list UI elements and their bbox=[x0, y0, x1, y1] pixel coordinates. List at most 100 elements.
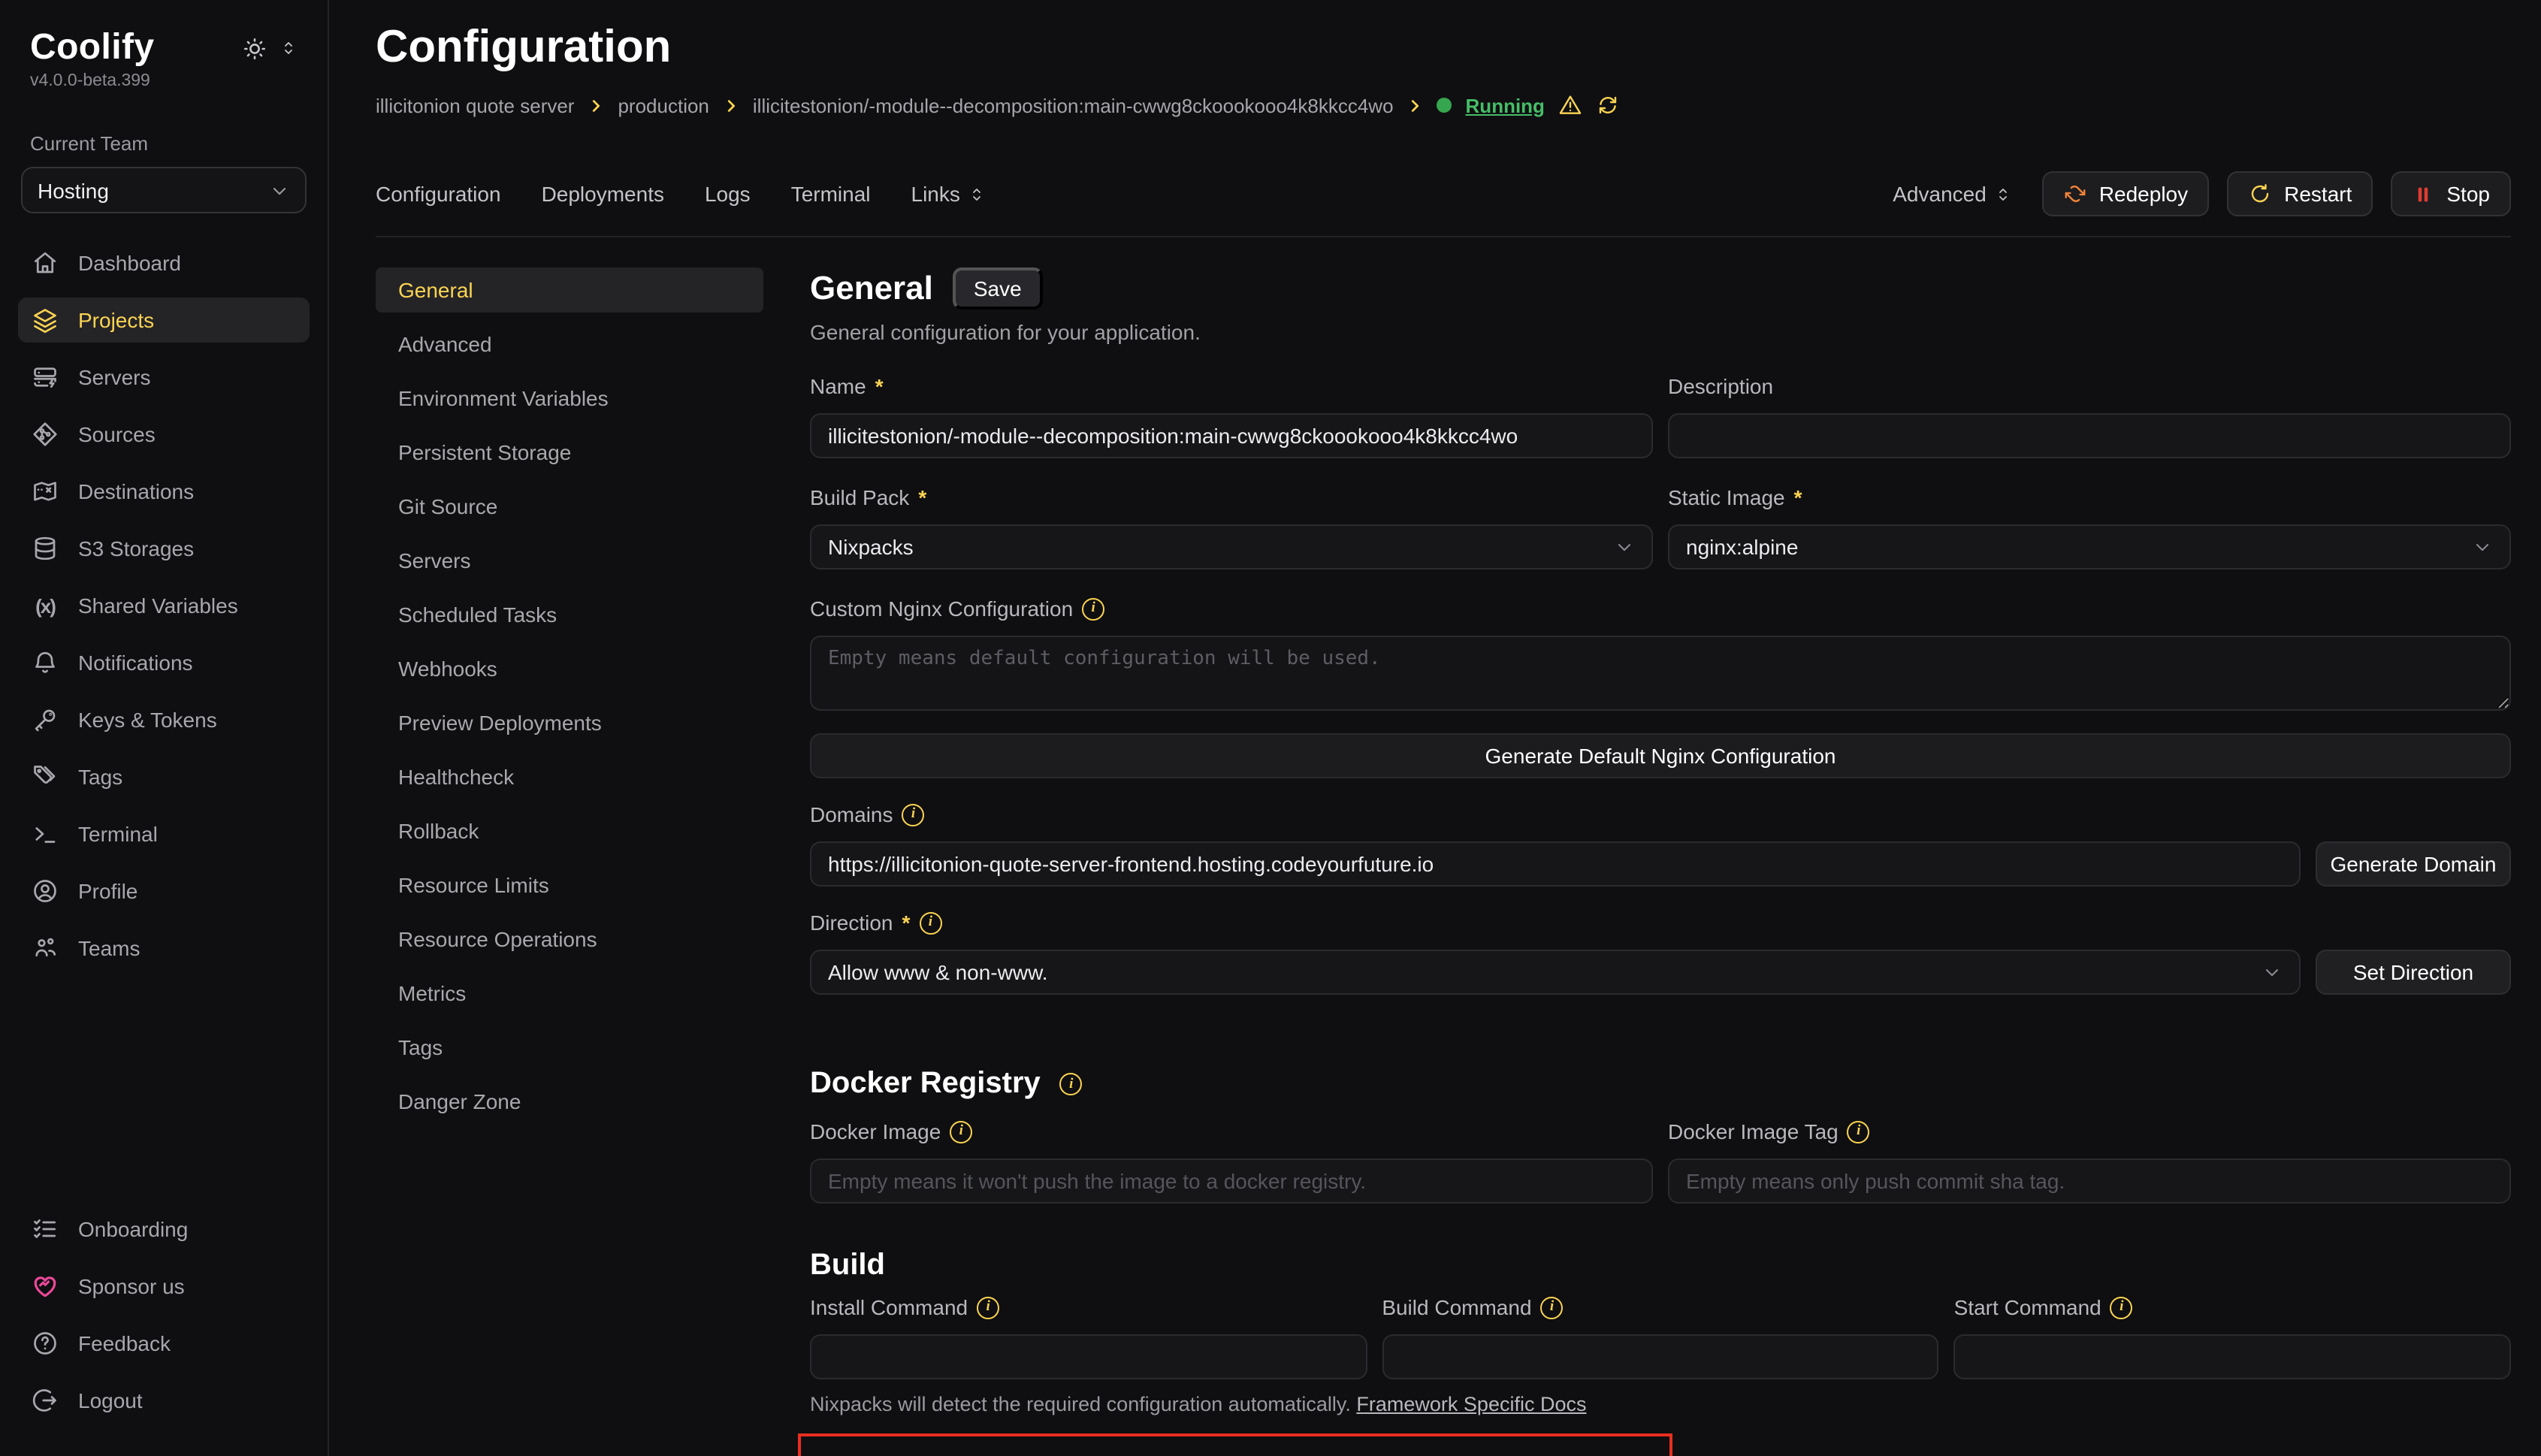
custom-nginx-textarea[interactable] bbox=[810, 636, 2511, 711]
subnav-advanced[interactable]: Advanced bbox=[376, 322, 763, 367]
logout-icon bbox=[32, 1387, 59, 1414]
required-marker: * bbox=[1794, 485, 1802, 509]
sidebar-item-feedback[interactable]: Feedback bbox=[18, 1321, 310, 1366]
install-command-input[interactable] bbox=[810, 1334, 1367, 1379]
subnav-servers[interactable]: Servers bbox=[376, 538, 763, 583]
subnav-git-source[interactable]: Git Source bbox=[376, 484, 763, 529]
subnav-resource-limits[interactable]: Resource Limits bbox=[376, 862, 763, 908]
sidebar-item-label: Projects bbox=[78, 308, 154, 332]
refresh-icon[interactable] bbox=[1596, 93, 1620, 117]
info-icon[interactable]: i bbox=[1082, 597, 1104, 620]
sidebar-item-teams[interactable]: Teams bbox=[18, 926, 310, 971]
key-icon bbox=[32, 706, 59, 733]
tab-configuration[interactable]: Configuration bbox=[376, 182, 501, 206]
name-input[interactable] bbox=[810, 413, 1653, 458]
info-icon[interactable]: i bbox=[1848, 1120, 1870, 1143]
sidebar-item-notifications[interactable]: Notifications bbox=[18, 640, 310, 685]
sidebar-item-onboarding[interactable]: Onboarding bbox=[18, 1207, 310, 1252]
tab-deployments[interactable]: Deployments bbox=[542, 182, 664, 206]
chevrons-updown-icon bbox=[968, 184, 986, 204]
build-pack-value: Nixpacks bbox=[828, 535, 914, 559]
chevron-right-icon bbox=[723, 97, 739, 113]
restart-button[interactable]: Restart bbox=[2227, 171, 2373, 216]
subnav-rollback[interactable]: Rollback bbox=[376, 808, 763, 853]
build-command-label: Build Command bbox=[1382, 1295, 1531, 1319]
docker-image-tag-input[interactable] bbox=[1668, 1158, 2511, 1204]
sidebar-item-profile[interactable]: Profile bbox=[18, 868, 310, 914]
subnav-preview-deployments[interactable]: Preview Deployments bbox=[376, 700, 763, 745]
sidebar-item-label: Keys & Tokens bbox=[78, 708, 217, 732]
required-marker: * bbox=[918, 485, 926, 509]
status-running-link[interactable]: Running bbox=[1466, 94, 1545, 116]
sidebar-item-tags[interactable]: Tags bbox=[18, 754, 310, 799]
sidebar-item-servers[interactable]: Servers bbox=[18, 355, 310, 400]
theme-toggle-sun-icon[interactable] bbox=[242, 35, 267, 61]
info-icon[interactable]: i bbox=[902, 803, 925, 826]
sidebar-item-keys-tokens[interactable]: Keys & Tokens bbox=[18, 697, 310, 742]
set-direction-button[interactable]: Set Direction bbox=[2316, 950, 2511, 995]
direction-label: Direction bbox=[810, 911, 893, 935]
breadcrumb-environment[interactable]: production bbox=[618, 94, 709, 116]
server-icon bbox=[32, 364, 59, 391]
redeploy-label: Redeploy bbox=[2099, 182, 2188, 206]
subnav-webhooks[interactable]: Webhooks bbox=[376, 646, 763, 691]
domains-input[interactable] bbox=[810, 841, 2301, 887]
sidebar-item-sources[interactable]: Sources bbox=[18, 412, 310, 457]
framework-docs-link[interactable]: Framework Specific Docs bbox=[1356, 1393, 1586, 1415]
docker-image-input[interactable] bbox=[810, 1158, 1653, 1204]
sidebar-item-projects[interactable]: Projects bbox=[18, 298, 310, 343]
sidebar-footer: Onboarding Sponsor us Feedback Logout bbox=[18, 1207, 310, 1435]
advanced-dropdown[interactable]: Advanced bbox=[1893, 182, 2012, 206]
subnav-environment-variables[interactable]: Environment Variables bbox=[376, 376, 763, 421]
sidebar-item-terminal[interactable]: Terminal bbox=[18, 811, 310, 856]
tab-terminal[interactable]: Terminal bbox=[791, 182, 871, 206]
subnav-healthcheck[interactable]: Healthcheck bbox=[376, 754, 763, 799]
info-icon[interactable]: i bbox=[977, 1296, 999, 1319]
bell-icon bbox=[32, 649, 59, 676]
info-icon[interactable]: i bbox=[1541, 1296, 1564, 1319]
subnav-persistent-storage[interactable]: Persistent Storage bbox=[376, 430, 763, 475]
sidebar-item-s3-storages[interactable]: S3 Storages bbox=[18, 526, 310, 571]
tab-links[interactable]: Links bbox=[911, 182, 986, 206]
sidebar-item-shared-variables[interactable]: (x) Shared Variables bbox=[18, 583, 310, 628]
chevron-right-icon bbox=[1407, 97, 1424, 113]
map-icon bbox=[32, 478, 59, 505]
info-icon[interactable]: i bbox=[2110, 1296, 2133, 1319]
theme-switcher-chevrons-icon[interactable] bbox=[279, 38, 298, 59]
subnav-metrics[interactable]: Metrics bbox=[376, 971, 763, 1016]
build-pack-select[interactable]: Nixpacks bbox=[810, 524, 1653, 569]
info-icon[interactable]: i bbox=[1060, 1073, 1083, 1095]
name-label: Name bbox=[810, 374, 866, 398]
info-icon[interactable]: i bbox=[950, 1120, 972, 1143]
generate-domain-button[interactable]: Generate Domain bbox=[2316, 841, 2511, 887]
subnav-resource-operations[interactable]: Resource Operations bbox=[376, 917, 763, 962]
stop-button[interactable]: Stop bbox=[2391, 171, 2511, 216]
team-select[interactable]: Hosting bbox=[21, 167, 307, 213]
sidebar-item-label: Dashboard bbox=[78, 251, 181, 275]
static-image-select[interactable]: nginx:alpine bbox=[1668, 524, 2511, 569]
sidebar-item-destinations[interactable]: Destinations bbox=[18, 469, 310, 514]
sidebar-item-sponsor-us[interactable]: Sponsor us bbox=[18, 1264, 310, 1309]
start-command-input[interactable] bbox=[1954, 1334, 2511, 1379]
tab-logs[interactable]: Logs bbox=[705, 182, 751, 206]
warning-triangle-icon[interactable] bbox=[1558, 93, 1582, 117]
save-button[interactable]: Save bbox=[953, 267, 1043, 310]
subnav-tags[interactable]: Tags bbox=[376, 1025, 763, 1070]
subnav-general[interactable]: General bbox=[376, 267, 763, 313]
current-team-label: Current Team bbox=[18, 132, 310, 155]
sidebar-item-dashboard[interactable]: Dashboard bbox=[18, 240, 310, 285]
build-command-input[interactable] bbox=[1382, 1334, 1938, 1379]
direction-select[interactable]: Allow www & non-www. bbox=[810, 950, 2301, 995]
breadcrumb-project[interactable]: illicitonion quote server bbox=[376, 94, 574, 116]
subnav-scheduled-tasks[interactable]: Scheduled Tasks bbox=[376, 592, 763, 637]
sidebar-item-logout[interactable]: Logout bbox=[18, 1378, 310, 1423]
subnav-danger-zone[interactable]: Danger Zone bbox=[376, 1079, 763, 1124]
status-dot bbox=[1437, 98, 1452, 113]
main-content: Configuration illicitonion quote server … bbox=[329, 0, 2541, 1456]
info-icon[interactable]: i bbox=[919, 911, 941, 934]
description-input[interactable] bbox=[1668, 413, 2511, 458]
breadcrumb-application[interactable]: illicitestonion/-module--decomposition:m… bbox=[753, 94, 1394, 116]
chevron-right-icon bbox=[588, 97, 604, 113]
generate-nginx-button[interactable]: Generate Default Nginx Configuration bbox=[810, 733, 2511, 778]
redeploy-button[interactable]: Redeploy bbox=[2042, 171, 2209, 216]
